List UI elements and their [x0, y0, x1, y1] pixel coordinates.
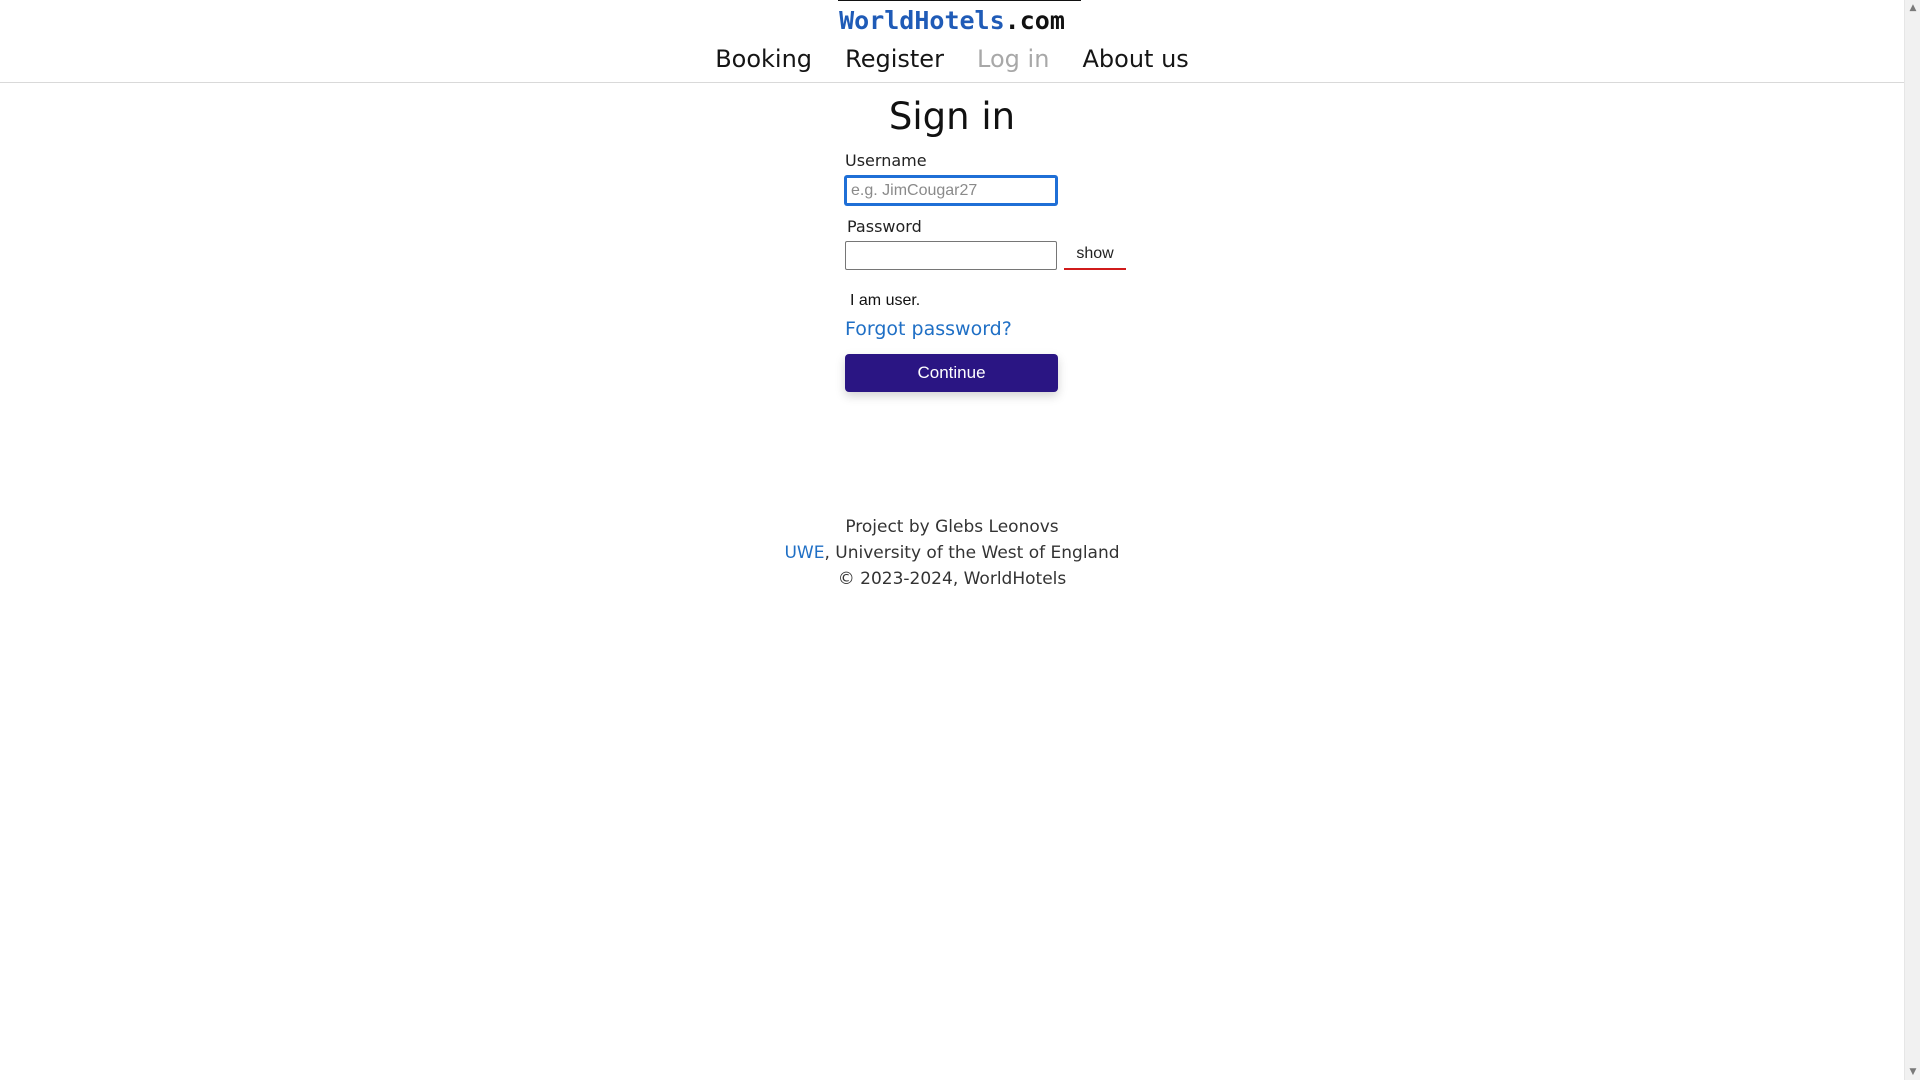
scroll-up-arrow-icon[interactable]: ▲ [1905, 0, 1920, 16]
username-input[interactable] [845, 176, 1057, 205]
main-nav: Booking Register Log in About us [0, 40, 1904, 78]
vertical-scrollbar[interactable]: ▲ ▼ [1904, 0, 1920, 1080]
username-label: Username [845, 151, 927, 170]
site-footer: Project by Glebs Leonovs UWE, University… [0, 514, 1904, 592]
continue-button[interactable]: Continue [845, 354, 1058, 392]
nav-log-in: Log in [977, 45, 1050, 73]
logo-brand: WorldHotels [839, 6, 1005, 35]
footer-university: UWE, University of the West of England [0, 540, 1904, 566]
footer-author: Project by Glebs Leonovs [845, 517, 1059, 537]
nav-about-us[interactable]: About us [1083, 40, 1189, 78]
nav-booking[interactable]: Booking [715, 40, 812, 78]
site-logo[interactable]: WorldHotels.com [0, 5, 1904, 37]
forgot-password-link[interactable]: Forgot password? [845, 316, 1012, 342]
logo-top-rule [838, 0, 1081, 1]
page: WorldHotels.com Booking Register Log in … [0, 0, 1920, 1080]
role-text: I am user. [850, 292, 921, 309]
show-password-button[interactable]: show [1064, 240, 1126, 270]
page-title: Sign in [888, 95, 1016, 138]
logo-tld: .com [1004, 6, 1065, 35]
nav-register[interactable]: Register [845, 40, 944, 78]
password-input[interactable] [845, 241, 1057, 270]
password-label: Password [847, 217, 922, 236]
site-header: WorldHotels.com Booking Register Log in … [0, 0, 1904, 83]
scroll-down-arrow-icon[interactable]: ▼ [1905, 1064, 1920, 1080]
footer-copyright: © 2023-2024, WorldHotels [837, 569, 1067, 589]
uwe-link[interactable]: UWE [784, 543, 824, 563]
footer-university-text: , University of the West of England [824, 543, 1120, 563]
